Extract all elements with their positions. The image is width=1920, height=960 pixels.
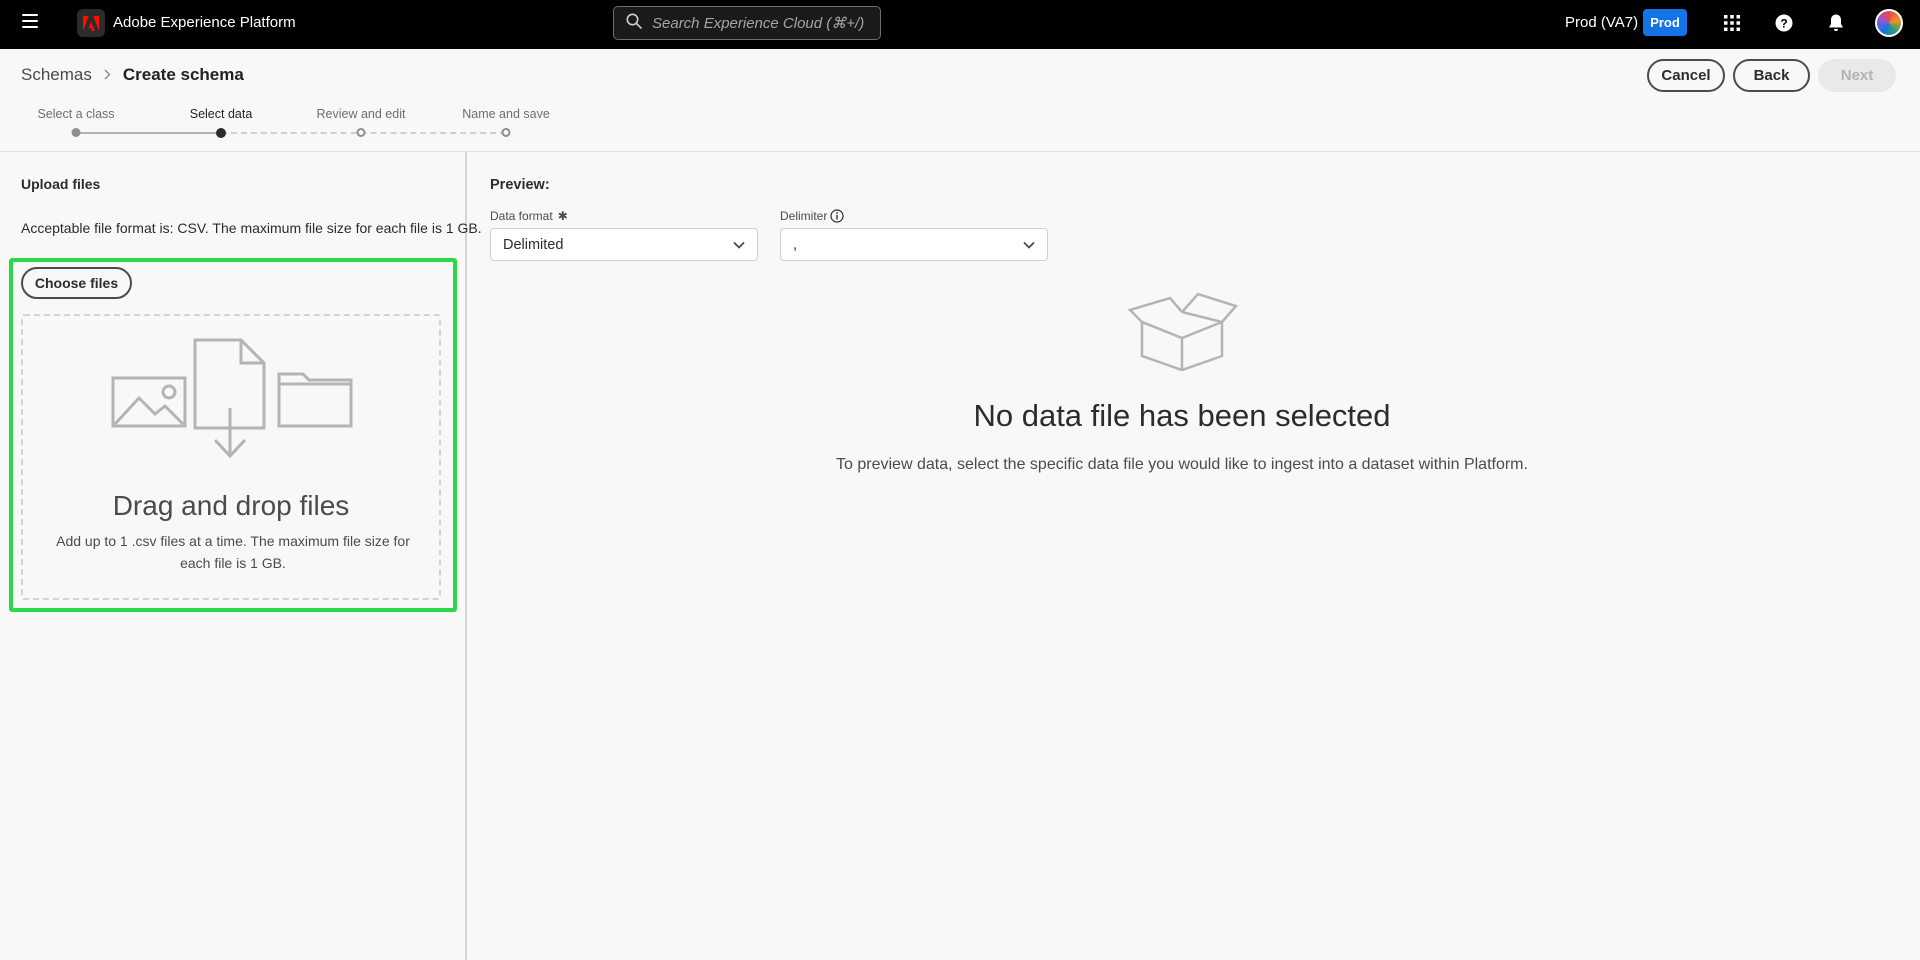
drag-drop-illustration-icon [111,338,356,465]
breadcrumb-schemas-link[interactable]: Schemas [21,65,92,85]
preview-heading: Preview: [490,177,550,193]
app-title[interactable]: Adobe Experience Platform [113,14,296,31]
apps-grid-icon[interactable] [1721,12,1743,34]
upload-panel: Upload files Acceptable file format is: … [0,152,482,960]
data-format-select[interactable]: Delimited [490,228,758,261]
chevron-down-icon [1023,237,1035,253]
adobe-logo-icon[interactable] [77,9,105,37]
chevron-right-icon [104,67,111,83]
top-navigation-bar: Adobe Experience Platform Prod (VA7) Pro… [0,0,1920,49]
global-search[interactable] [613,6,881,40]
data-format-label: Data format ✱ [490,209,568,223]
empty-state-title: No data file has been selected [973,398,1391,433]
dropzone-title: Drag and drop files [112,490,350,521]
file-dropzone[interactable]: Drag and drop files Add up to 1 .csv fil… [21,314,441,600]
delimiter-value: , [793,236,798,253]
step-select-class-label: Select a class [37,107,115,121]
delimiter-select[interactable]: , [780,228,1048,261]
svg-text:?: ? [1780,17,1787,31]
upload-files-description: Acceptable file format is: CSV. The maxi… [21,220,482,236]
dropzone-description: Add up to 1 .csv files at a time. The ma… [56,533,410,571]
chevron-down-icon [733,237,745,253]
required-asterisk-icon: ✱ [557,209,568,223]
choose-files-button[interactable]: Choose files [21,267,132,299]
data-format-value: Delimited [503,236,564,253]
back-button[interactable]: Back [1733,59,1810,92]
empty-state-description: To preview data, select the specific dat… [836,456,1528,473]
upload-files-heading: Upload files [21,176,101,192]
page-title: Create schema [122,65,244,84]
help-icon[interactable]: ? [1773,12,1795,34]
step-select-data-marker [216,128,226,138]
empty-box-icon [1126,290,1239,377]
step-select-data-label: Select data [189,107,253,121]
search-input[interactable] [652,14,872,32]
info-icon[interactable] [830,209,844,223]
menu-icon[interactable] [22,14,38,28]
data-format-label-text: Data format [490,209,553,223]
step-select-class-marker [71,128,81,137]
notification-bell-icon[interactable] [1825,12,1847,34]
step-connector-complete [76,132,221,134]
step-name-save-label: Name and save [462,107,550,121]
step-review-edit-label: Review and edit [316,107,406,121]
cancel-button[interactable]: Cancel [1647,59,1725,92]
delimiter-label-text: Delimiter [780,209,828,223]
org-switcher[interactable]: Prod (VA7) [1565,14,1638,31]
next-button: Next [1818,59,1896,92]
user-avatar[interactable] [1875,9,1903,37]
delimiter-label: Delimiter [780,209,844,223]
step-review-edit-marker [356,128,366,137]
search-icon [626,13,642,34]
sandbox-badge[interactable]: Prod [1643,9,1687,36]
breadcrumb: Schemas Create schema [21,65,244,85]
step-name-save-marker [501,128,511,137]
